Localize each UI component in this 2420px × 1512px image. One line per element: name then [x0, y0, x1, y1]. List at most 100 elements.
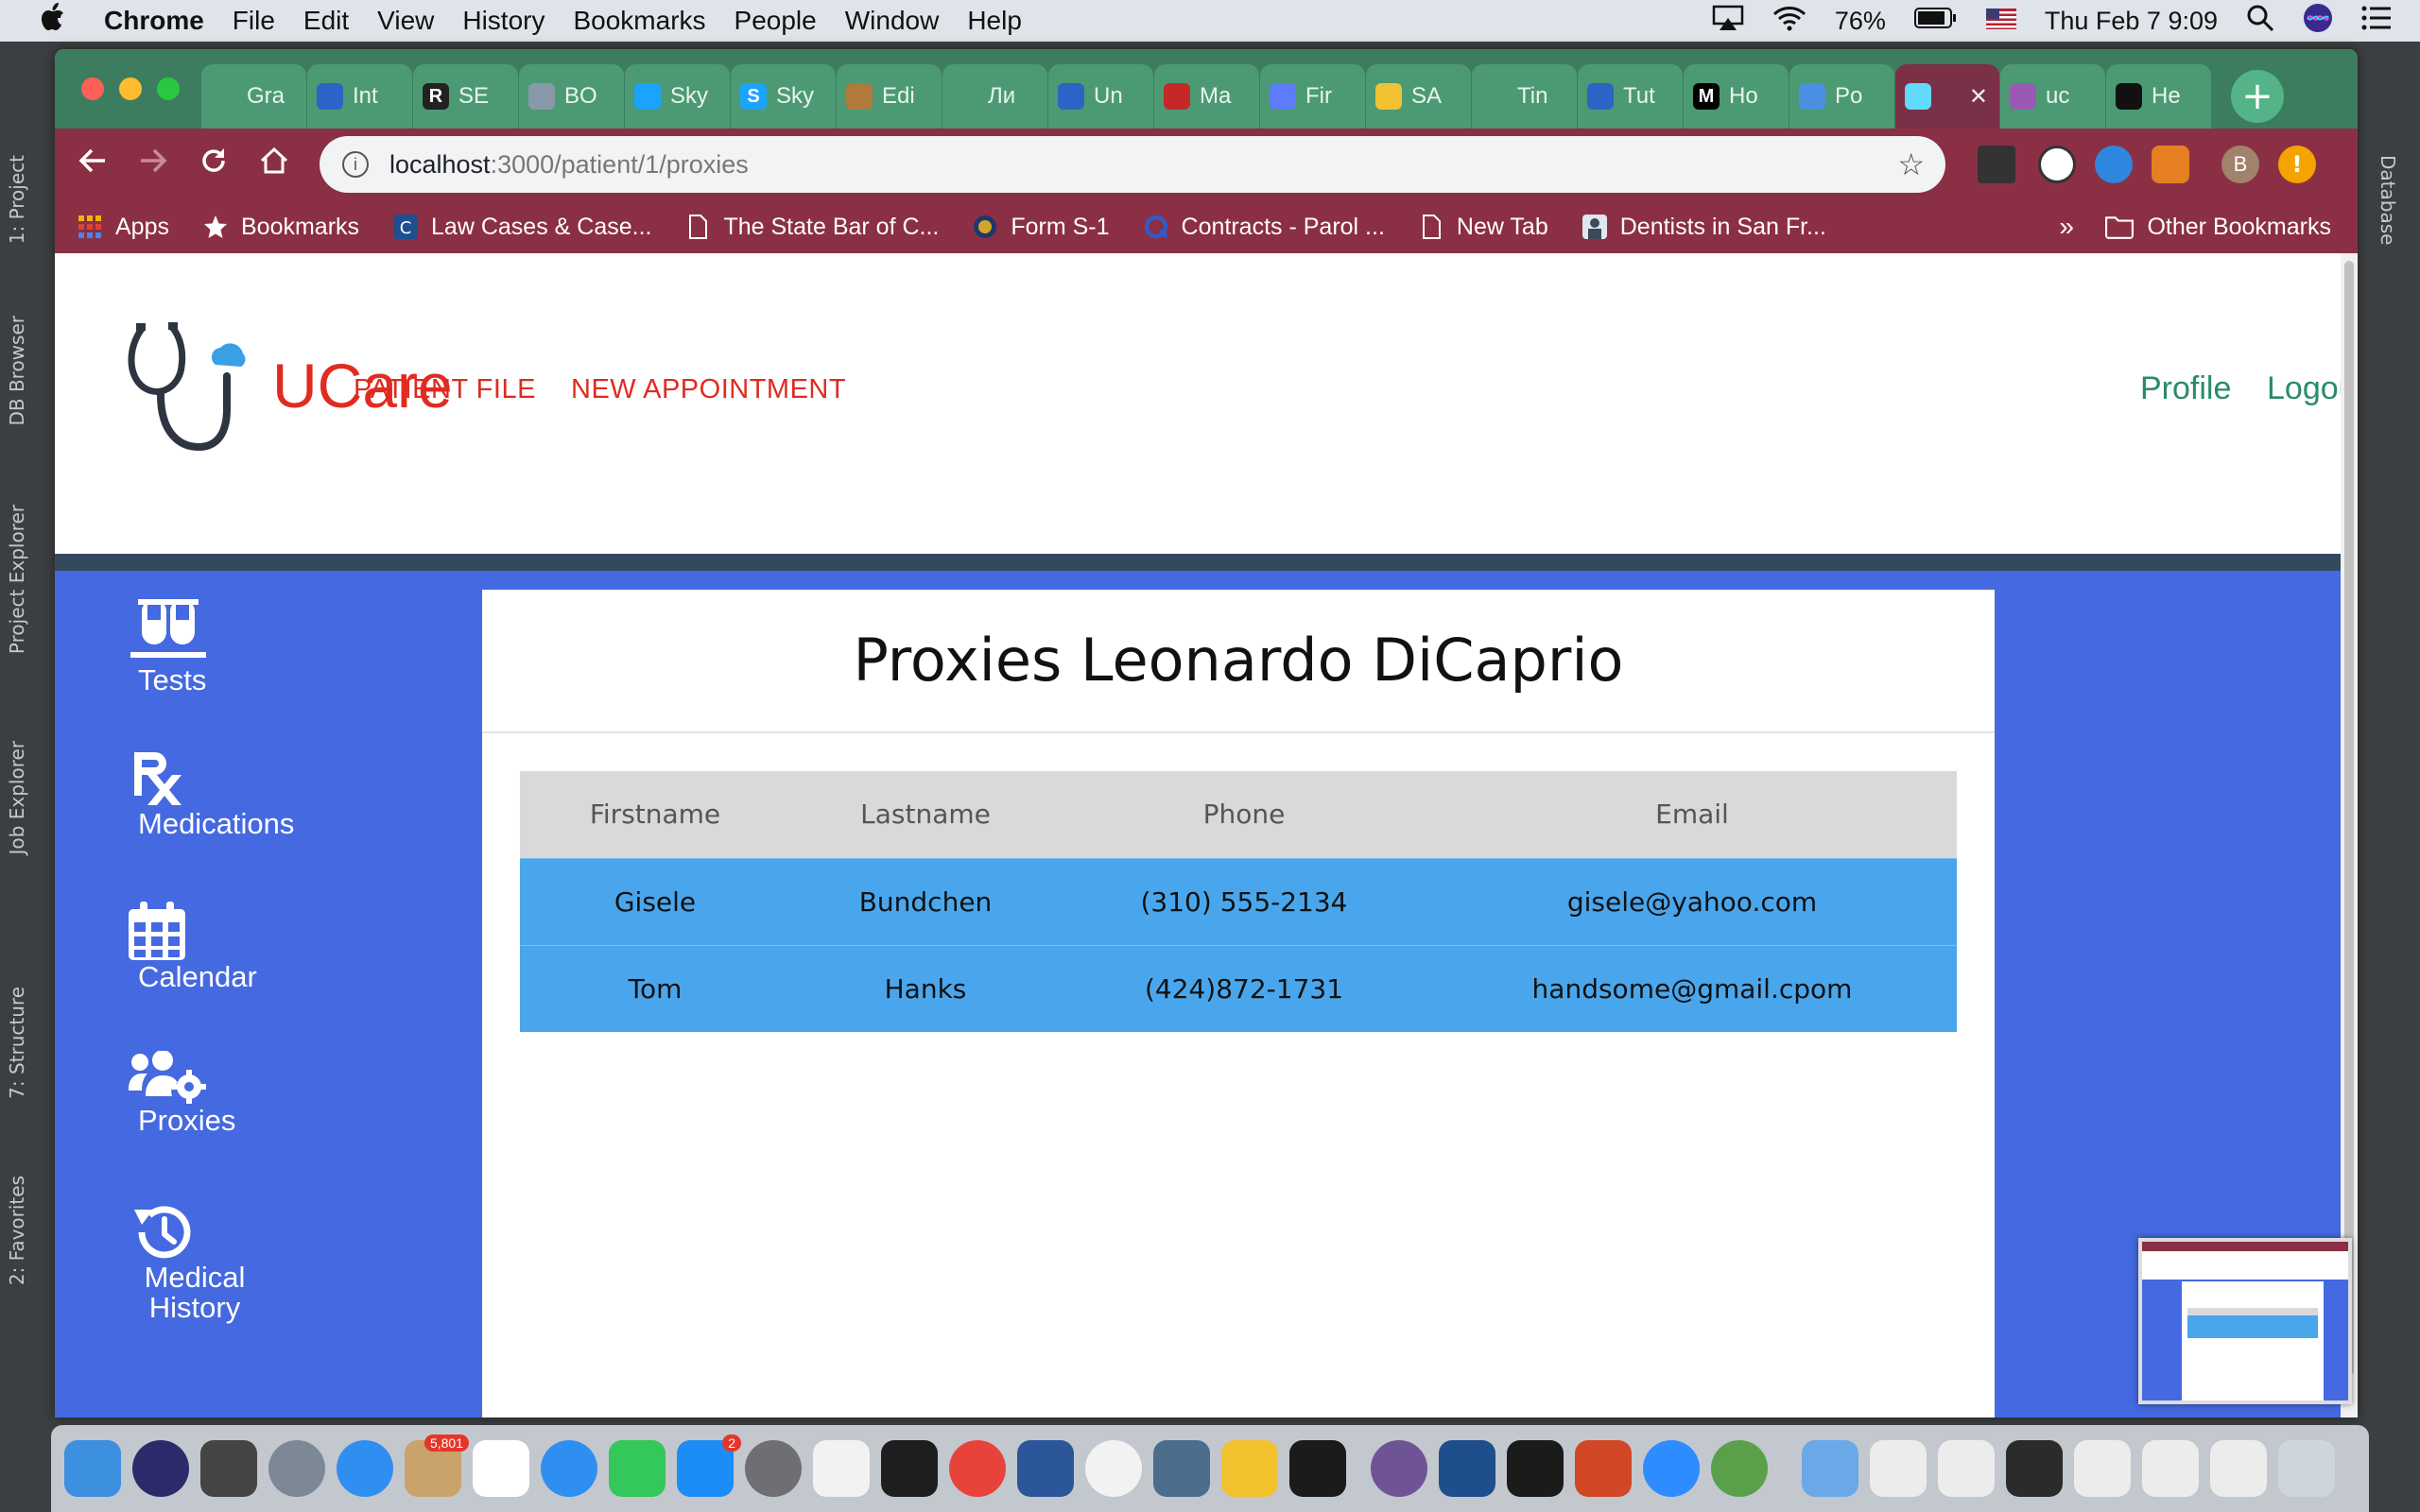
nav-patient-file[interactable]: PATIENT FILE: [354, 374, 536, 405]
bookmark-star-icon[interactable]: ☆: [1897, 146, 1925, 182]
textedit-icon[interactable]: [813, 1440, 870, 1497]
ide-tab-favorites[interactable]: 2: Favorites: [6, 1176, 28, 1285]
bookmark-state-bar[interactable]: The State Bar of C...: [685, 214, 939, 241]
browser-tab[interactable]: Un: [1048, 64, 1153, 129]
extension-globe-icon[interactable]: [2095, 146, 2133, 183]
back-button[interactable]: [62, 146, 123, 183]
clock[interactable]: Thu Feb 7 9:09: [2045, 7, 2218, 36]
bookmark-contracts[interactable]: Contracts - Parol ...: [1144, 214, 1385, 241]
browser-tab[interactable]: R SE: [413, 64, 518, 129]
finder-icon[interactable]: [64, 1440, 121, 1497]
trash-icon[interactable]: [2278, 1440, 2335, 1497]
sidebar-item-medical-history[interactable]: Medical History: [129, 1202, 412, 1323]
powerpoint-icon[interactable]: [1575, 1440, 1632, 1497]
extension-eyedropper-icon[interactable]: [1978, 146, 2015, 183]
ide-tab-job-explorer[interactable]: Job Explorer: [6, 741, 28, 854]
notification-center-icon[interactable]: [2361, 6, 2392, 37]
browser-tab[interactable]: SA: [1366, 64, 1471, 129]
ide-tab-structure[interactable]: 7: Structure: [6, 987, 28, 1099]
recent-document-icon[interactable]: [1938, 1440, 1995, 1497]
app-store-icon[interactable]: 2: [677, 1435, 741, 1497]
battery-percent[interactable]: 76%: [1835, 7, 1886, 36]
terminal-icon[interactable]: [881, 1440, 938, 1497]
sidebar-item-tests[interactable]: Tests: [129, 599, 412, 697]
browser-tab[interactable]: S Sky: [731, 64, 836, 129]
stethoscope-logo-icon[interactable]: [123, 319, 246, 461]
safari-icon[interactable]: [337, 1440, 393, 1497]
sidebar-item-calendar[interactable]: Calendar: [129, 902, 412, 994]
browser-tab[interactable]: Gra: [201, 64, 306, 129]
nav-profile[interactable]: Profile: [2140, 370, 2231, 407]
bookmark-law-cases[interactable]: C Law Cases & Case...: [393, 214, 651, 241]
siri-icon[interactable]: [2303, 3, 2333, 40]
minimize-window-button[interactable]: [119, 77, 142, 100]
table-row[interactable]: Tom Hanks (424)872-1731 handsome@gmail.c…: [520, 944, 1957, 1032]
extension-json-icon[interactable]: [2038, 146, 2076, 183]
recent-document-icon[interactable]: [2006, 1440, 2063, 1497]
wifi-icon[interactable]: [1772, 5, 1806, 38]
browser-tab[interactable]: Tin: [1472, 64, 1577, 129]
mail-stamp-icon[interactable]: 5,801: [405, 1435, 469, 1497]
battery-icon[interactable]: [1913, 7, 1958, 36]
menu-people[interactable]: People: [735, 6, 817, 36]
airplay-icon[interactable]: [1712, 5, 1744, 38]
app-icon[interactable]: [200, 1440, 257, 1497]
reload-button[interactable]: [183, 146, 244, 183]
browser-tab[interactable]: Sky: [625, 64, 730, 129]
ide-tab-project-explorer[interactable]: Project Explorer: [6, 505, 28, 654]
browser-tab[interactable]: Ли: [942, 64, 1047, 129]
bookmark-dentists[interactable]: Dentists in San Fr...: [1582, 214, 1826, 241]
address-bar[interactable]: i localhost :3000/patient/1/proxies ☆: [320, 136, 1945, 193]
ide-tab-db-browser[interactable]: DB Browser: [6, 316, 28, 426]
messages-icon[interactable]: [541, 1440, 597, 1497]
vscode-icon[interactable]: [1439, 1440, 1495, 1497]
bookmark-new-tab[interactable]: New Tab: [1419, 214, 1548, 241]
recent-document-icon[interactable]: [2142, 1440, 2199, 1497]
profile-avatar[interactable]: B: [2221, 146, 2259, 183]
new-tab-button[interactable]: +: [2231, 70, 2284, 123]
menu-file[interactable]: File: [233, 6, 275, 36]
browser-tab[interactable]: uc: [2000, 64, 2105, 129]
site-info-icon[interactable]: i: [342, 151, 369, 178]
update-warning-icon[interactable]: !: [2278, 146, 2316, 183]
news-icon[interactable]: [949, 1440, 1006, 1497]
zoom-window-button[interactable]: [157, 77, 180, 100]
close-window-button[interactable]: [81, 77, 104, 100]
other-bookmarks[interactable]: Other Bookmarks: [2105, 214, 2331, 241]
bookmark-form-s1[interactable]: Form S-1: [973, 214, 1110, 241]
apple-menu-icon[interactable]: [26, 3, 79, 39]
bookmark-bookmarks[interactable]: Bookmarks: [203, 214, 359, 241]
system-preferences-icon[interactable]: [745, 1440, 802, 1497]
sidebar-item-medications[interactable]: Medications: [129, 750, 412, 841]
sidebar-item-proxies[interactable]: Proxies: [129, 1051, 412, 1138]
mysql-workbench-icon[interactable]: [1153, 1440, 1210, 1497]
facetime-icon[interactable]: [609, 1440, 666, 1497]
browser-tab[interactable]: Int: [307, 64, 412, 129]
nav-logout[interactable]: Logout: [2267, 370, 2341, 407]
menu-app-name[interactable]: Chrome: [104, 6, 204, 36]
column-header-phone[interactable]: Phone: [1061, 771, 1427, 858]
column-header-lastname[interactable]: Lastname: [790, 771, 1061, 858]
recent-document-icon[interactable]: [2210, 1440, 2267, 1497]
sublime-text-icon[interactable]: [1221, 1440, 1278, 1497]
table-row[interactable]: Gisele Bundchen (310) 555-2134 gisele@ya…: [520, 857, 1957, 945]
word-icon[interactable]: [1017, 1440, 1074, 1497]
browser-tab[interactable]: Edi: [837, 64, 942, 129]
downloads-folder-icon[interactable]: [1802, 1440, 1858, 1497]
browser-tab[interactable]: BO: [519, 64, 624, 129]
ide-tab-database[interactable]: Database: [2377, 155, 2399, 245]
us-flag-icon[interactable]: [1985, 7, 2016, 36]
browser-tab[interactable]: Tut: [1578, 64, 1683, 129]
menu-view[interactable]: View: [377, 6, 434, 36]
launchpad-icon[interactable]: [268, 1440, 325, 1497]
screenshot-thumbnail[interactable]: [2138, 1238, 2352, 1404]
menu-help[interactable]: Help: [967, 6, 1022, 36]
column-header-firstname[interactable]: Firstname: [520, 771, 790, 858]
webstorm-icon[interactable]: [1289, 1440, 1346, 1497]
calendar-dock-icon[interactable]: [473, 1440, 529, 1497]
zoom-icon[interactable]: [1643, 1440, 1700, 1497]
ide-tab-project[interactable]: 1: Project: [6, 155, 28, 244]
close-tab-icon[interactable]: ✕: [1969, 83, 1988, 111]
menu-bookmarks[interactable]: Bookmarks: [573, 6, 705, 36]
browser-tab[interactable]: He: [2106, 64, 2211, 129]
